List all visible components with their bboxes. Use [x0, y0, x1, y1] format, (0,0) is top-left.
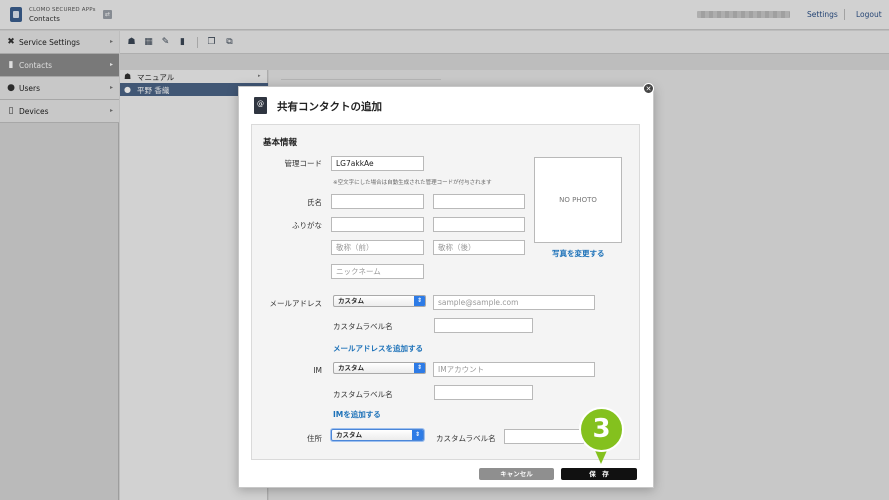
section-title: 基本情報 — [263, 138, 298, 148]
add-im-link[interactable]: IMを追加する — [333, 409, 381, 420]
contact-book-icon — [254, 97, 267, 114]
save-button[interactable]: 保 存 — [561, 468, 637, 480]
management-code-input[interactable]: LG7akkAe — [331, 156, 424, 171]
im-type-value: カスタム — [338, 364, 364, 372]
email-custom-label-text: カスタムラベル名 — [333, 322, 393, 331]
step-number-badge: 3 — [579, 407, 624, 452]
im-input[interactable]: IMアカウント — [433, 362, 595, 377]
email-type-value: カスタム — [338, 297, 364, 305]
address-type-value: カスタム — [336, 431, 362, 439]
im-custom-label-text: カスタムラベル名 — [333, 390, 393, 399]
first-name-input[interactable] — [433, 194, 525, 209]
management-code-note: ※空文字にした場合は自動生成された管理コードが付与されます — [333, 180, 492, 186]
email-label: メールアドレス — [269, 299, 323, 308]
select-arrow-icon: ⇕ — [414, 363, 425, 373]
change-photo-link[interactable]: 写真を変更する — [552, 248, 605, 259]
first-name-furigana-input[interactable] — [433, 217, 525, 232]
address-custom-label-input[interactable] — [504, 429, 584, 444]
email-type-select[interactable]: カスタム ⇕ — [333, 295, 426, 307]
honorific-prefix-input[interactable]: 敬称（前） — [331, 240, 424, 255]
management-code-label: 管理コード — [284, 159, 323, 168]
furigana-label: ふりがな — [292, 221, 322, 230]
cancel-button[interactable]: キャンセル — [479, 468, 554, 480]
email-custom-label-input[interactable] — [434, 318, 533, 333]
im-type-select[interactable]: カスタム ⇕ — [333, 362, 426, 374]
nickname-input[interactable]: ニックネーム — [331, 264, 424, 279]
im-label: IM — [313, 366, 322, 375]
address-label: 住所 — [307, 434, 322, 443]
im-custom-label-input[interactable] — [434, 385, 533, 400]
address-type-select[interactable]: カスタム ⇕ — [331, 429, 424, 441]
address-custom-label-text: カスタムラベル名 — [436, 434, 496, 443]
close-icon[interactable]: ✕ — [643, 83, 654, 94]
no-photo-text: NO PHOTO — [559, 196, 597, 204]
dialog-title: 共有コンタクトの追加 — [277, 101, 382, 113]
email-input[interactable]: sample@sample.com — [433, 295, 595, 310]
add-email-link[interactable]: メールアドレスを追加する — [333, 343, 423, 354]
select-arrow-icon: ⇕ — [412, 430, 423, 440]
name-label: 氏名 — [307, 198, 322, 207]
select-arrow-icon: ⇕ — [414, 296, 425, 306]
honorific-suffix-input[interactable]: 敬称（後） — [433, 240, 525, 255]
photo-placeholder: NO PHOTO — [534, 157, 622, 243]
last-name-furigana-input[interactable] — [331, 217, 424, 232]
last-name-input[interactable] — [331, 194, 424, 209]
